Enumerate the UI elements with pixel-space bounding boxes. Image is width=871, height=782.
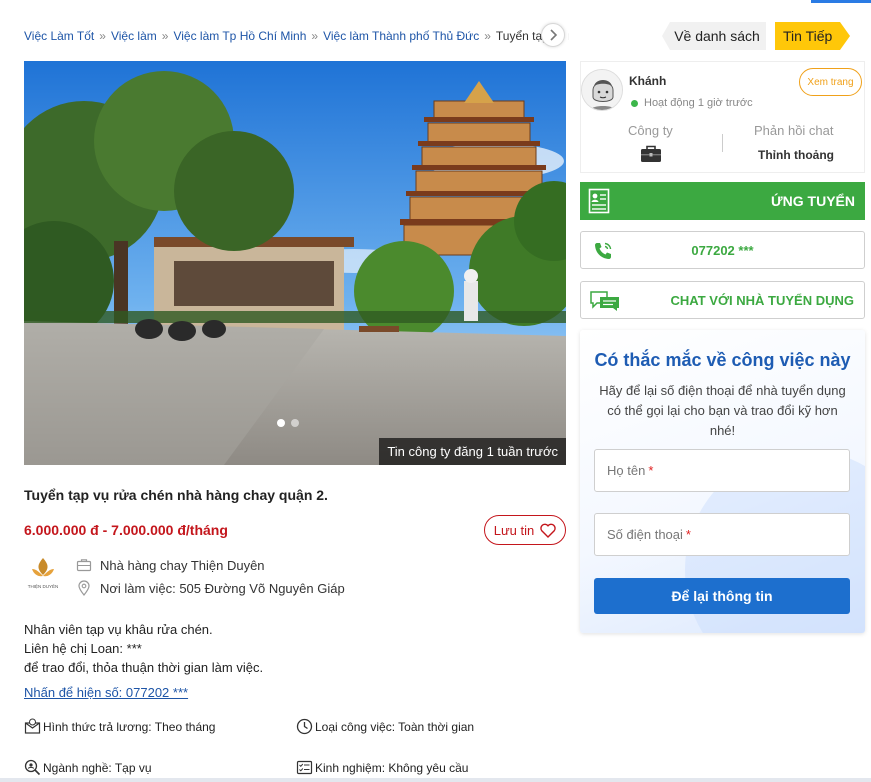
call-button[interactable]: 077202 *** <box>580 231 865 269</box>
apply-label: ỨNG TUYỂN <box>771 193 855 209</box>
back-to-list-button[interactable]: Về danh sách <box>662 22 766 50</box>
breadcrumb-scroll-button[interactable] <box>541 23 565 47</box>
submit-contact-button[interactable]: Để lại thông tin <box>594 578 850 614</box>
pay-type-attribute: Hình thức trả lương: Theo tháng <box>24 718 215 735</box>
company-briefcase-icon <box>641 145 661 162</box>
phone-icon <box>595 242 612 259</box>
heart-icon <box>540 523 557 538</box>
chat-bubbles-icon <box>590 291 619 311</box>
location-row: Nơi làm việc: 505 Đường Võ Nguyên Giáp <box>76 580 345 596</box>
breadcrumb-item-jobs[interactable]: Việc làm <box>111 29 157 43</box>
location-pin-icon <box>78 580 90 596</box>
phone-placeholder: Số điện thoại <box>607 527 683 542</box>
industry-attribute: Ngành nghề: Tạp vụ <box>24 759 152 776</box>
company-logo-image: THIỆN DUYÊN <box>28 558 59 589</box>
save-job-button[interactable]: Lưu tin <box>484 515 566 545</box>
online-status: Hoạt động 1 giờ trước <box>644 97 753 109</box>
avatar[interactable] <box>581 69 623 111</box>
experience: Kinh nghiệm: Không yêu cầu <box>315 760 469 775</box>
employer-name[interactable]: Khánh <box>629 74 666 88</box>
employer-type-label: Công ty <box>628 123 673 138</box>
required-mark: * <box>648 463 654 478</box>
breadcrumb-separator: » <box>484 29 491 43</box>
carousel-dot[interactable] <box>277 419 285 427</box>
employer-avatar-image <box>582 70 622 110</box>
company-name[interactable]: Nhà hàng chay Thiện Duyên <box>100 558 265 573</box>
view-page-button[interactable]: Xem trang <box>799 68 862 96</box>
magnifier-icon <box>24 759 41 776</box>
breadcrumb-separator: » <box>99 29 106 43</box>
clock-icon <box>296 718 313 735</box>
name-placeholder: Họ tên <box>607 463 646 478</box>
description-line: Liên hệ chị Loan: *** <box>24 641 142 656</box>
photo-caption: Tin công ty đăng 1 tuần trước <box>379 438 566 465</box>
chat-reply-value: Thỉnh thoảng <box>758 148 834 162</box>
call-phone-number: 077202 *** <box>691 242 754 258</box>
breadcrumb: Việc Làm Tốt » Việc làm » Việc làm Tp Hồ… <box>24 24 569 48</box>
company-logo[interactable]: THIỆN DUYÊN <box>24 555 62 591</box>
reveal-phone-link[interactable]: Nhấn để hiện số: 077202 *** <box>24 685 188 700</box>
chat-reply-label: Phản hồi chat <box>754 123 834 138</box>
phone-field[interactable]: Số điện thoại * <box>594 513 850 556</box>
online-status-dot <box>631 100 638 107</box>
breadcrumb-separator: » <box>161 29 169 43</box>
description-line: Nhân viên tạp vụ khâu rửa chén. <box>24 622 213 637</box>
bottom-border <box>0 778 871 782</box>
callback-title: Có thắc mắc về công việc này <box>594 350 851 370</box>
save-label: Lưu tin <box>493 522 535 538</box>
top-accent <box>811 0 871 3</box>
carousel-dot[interactable] <box>291 419 299 427</box>
description-line: để trao đổi, thỏa thuận thời gian làm vi… <box>24 660 264 675</box>
top-bar <box>0 0 871 4</box>
employer-card: Khánh Hoạt động 1 giờ trước Xem trang Cô… <box>580 61 865 173</box>
job-description: Nhân viên tạp vụ khâu rửa chén. Liên hệ … <box>24 620 263 677</box>
job-title: Tuyển tạp vụ rửa chén nhà hàng chay quận… <box>24 487 328 503</box>
stat-divider <box>722 134 723 152</box>
envelope-money-icon <box>24 718 41 734</box>
job-type-attribute: Loại công việc: Toàn thời gian <box>296 718 474 735</box>
company-logo-text: THIỆN DUYÊN <box>28 582 59 589</box>
apply-button[interactable]: ỨNG TUYỂN <box>580 182 865 220</box>
industry: Ngành nghề: Tạp vụ <box>43 760 152 775</box>
checklist-icon <box>296 760 313 775</box>
callback-subtitle: Hãy để lại số điện thoại để nhà tuyển dụ… <box>599 383 846 438</box>
pay-type: Hình thức trả lương: Theo tháng <box>43 719 216 734</box>
callback-form: Có thắc mắc về công việc này Hãy để lại … <box>580 330 865 633</box>
job-type: Loại công việc: Toàn thời gian <box>315 719 475 734</box>
chevron-right-icon <box>550 29 558 41</box>
chat-employer-button[interactable]: CHAT VỚI NHÀ TUYỂN DỤNG <box>580 281 865 319</box>
next-post-button[interactable]: Tin Tiếp <box>775 22 850 50</box>
breadcrumb-item-home[interactable]: Việc Làm Tốt <box>24 29 94 43</box>
breadcrumb-separator: » <box>311 29 319 43</box>
breadcrumb-item-thu-duc[interactable]: Việc làm Thành phố Thủ Đức <box>323 29 479 43</box>
breadcrumb-item-hcm[interactable]: Việc làm Tp Hồ Chí Minh <box>173 29 306 43</box>
experience-attribute: Kinh nghiệm: Không yêu cầu <box>296 759 468 776</box>
required-mark: * <box>685 527 691 542</box>
job-photo[interactable]: Tin công ty đăng 1 tuần trước <box>24 61 566 465</box>
company-row: Nhà hàng chay Thiện Duyên <box>76 557 265 573</box>
name-field[interactable]: Họ tên * <box>594 449 850 492</box>
resume-icon <box>588 188 610 214</box>
work-location: Nơi làm việc: 505 Đường Võ Nguyên Giáp <box>100 580 345 596</box>
carousel-dots <box>277 419 299 427</box>
briefcase-icon <box>76 559 92 572</box>
salary: 6.000.000 đ - 7.000.000 đ/tháng <box>24 522 228 538</box>
chat-label: CHAT VỚI NHÀ TUYỂN DỤNG <box>670 292 854 308</box>
pagoda-photo <box>24 61 566 465</box>
